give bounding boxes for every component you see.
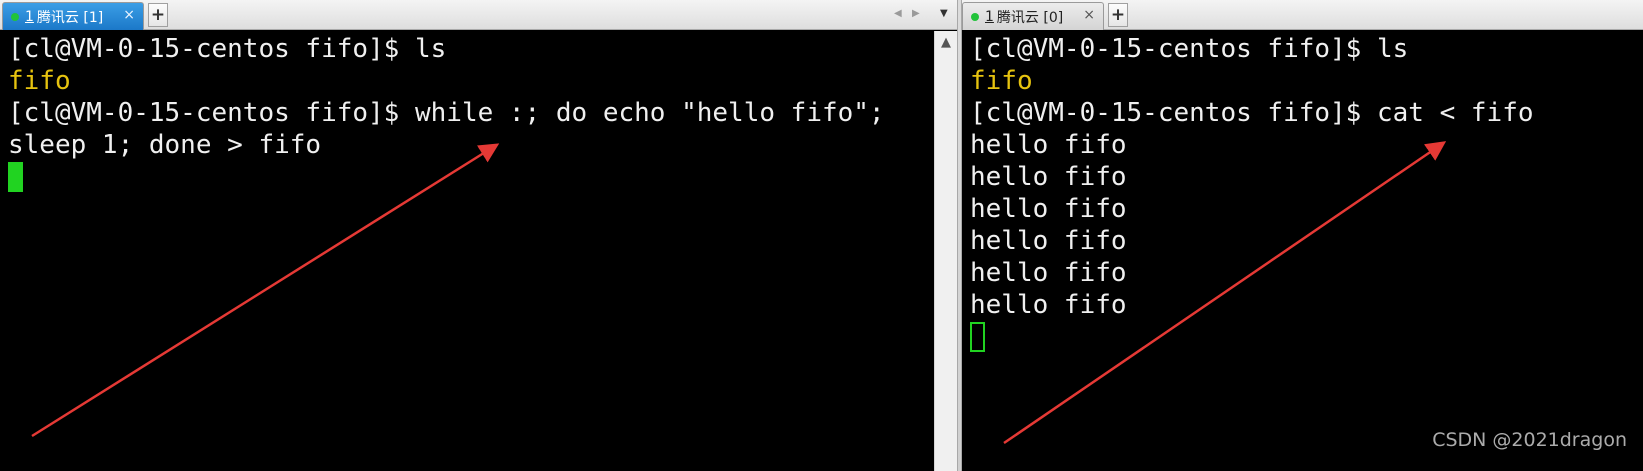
- tab-tencent-cloud-0[interactable]: 1 腾讯云 [0] ×: [962, 2, 1104, 30]
- scroll-tabs-left-icon[interactable]: ◀: [894, 8, 902, 19]
- terminal-line-directory: fifo: [970, 66, 1033, 96]
- close-icon[interactable]: ×: [123, 7, 135, 23]
- left-terminal-output[interactable]: [cl@VM-0-15-centos fifo]$ ls fifo [cl@VM…: [0, 31, 957, 471]
- vertical-scrollbar[interactable]: ▲: [934, 31, 957, 471]
- terminal-line-directory: fifo: [8, 66, 71, 96]
- right-tab-bar: 1 腾讯云 [0] × +: [962, 0, 1643, 30]
- tab-number: 1: [25, 8, 34, 25]
- terminal-line-output: hello fifo: [970, 194, 1127, 224]
- terminal-line: [cl@VM-0-15-centos fifo]$ ls: [8, 34, 447, 64]
- left-tab-bar: 1 腾讯云 [1] × + ◀ ▶ ▼: [0, 0, 957, 30]
- connected-status-icon: [971, 12, 979, 21]
- terminal-line-output: hello fifo: [970, 258, 1127, 288]
- terminal-line-output: hello fifo: [970, 226, 1127, 256]
- tab-label: 腾讯云 [0]: [996, 9, 1064, 26]
- terminal-line: [cl@VM-0-15-centos fifo]$ cat < fifo: [970, 98, 1534, 128]
- watermark: CSDN @2021dragon: [1432, 429, 1627, 451]
- new-tab-button[interactable]: +: [1108, 3, 1128, 27]
- tab-tencent-cloud-1[interactable]: 1 腾讯云 [1] ×: [2, 2, 144, 30]
- close-icon[interactable]: ×: [1083, 7, 1095, 23]
- terminal-cursor: [970, 322, 985, 352]
- left-terminal-pane: 1 腾讯云 [1] × + ◀ ▶ ▼ [cl@VM-0-15-centos f…: [0, 0, 957, 471]
- tab-number: 1: [985, 8, 994, 25]
- new-tab-button[interactable]: +: [148, 3, 168, 27]
- right-terminal-pane: 1 腾讯云 [0] × + [cl@VM-0-15-centos fifo]$ …: [962, 0, 1643, 471]
- connected-status-icon: [11, 12, 19, 21]
- terminal-cursor: [8, 162, 23, 192]
- right-terminal-output[interactable]: [cl@VM-0-15-centos fifo]$ ls fifo [cl@VM…: [962, 31, 1643, 471]
- terminal-line-output: hello fifo: [970, 290, 1127, 320]
- terminal-line: [cl@VM-0-15-centos fifo]$ while :; do ec…: [8, 98, 885, 128]
- scroll-tabs-right-icon[interactable]: ▶: [912, 8, 920, 19]
- scroll-up-icon[interactable]: ▲: [935, 31, 957, 53]
- terminal-line-output: hello fifo: [970, 162, 1127, 192]
- tab-label: 腾讯云 [1]: [36, 9, 104, 26]
- terminal-line: [cl@VM-0-15-centos fifo]$ ls: [970, 34, 1409, 64]
- terminal-line-output: hello fifo: [970, 130, 1127, 160]
- terminal-line: sleep 1; done > fifo: [8, 130, 322, 160]
- tab-list-dropdown-icon[interactable]: ▼: [940, 8, 948, 19]
